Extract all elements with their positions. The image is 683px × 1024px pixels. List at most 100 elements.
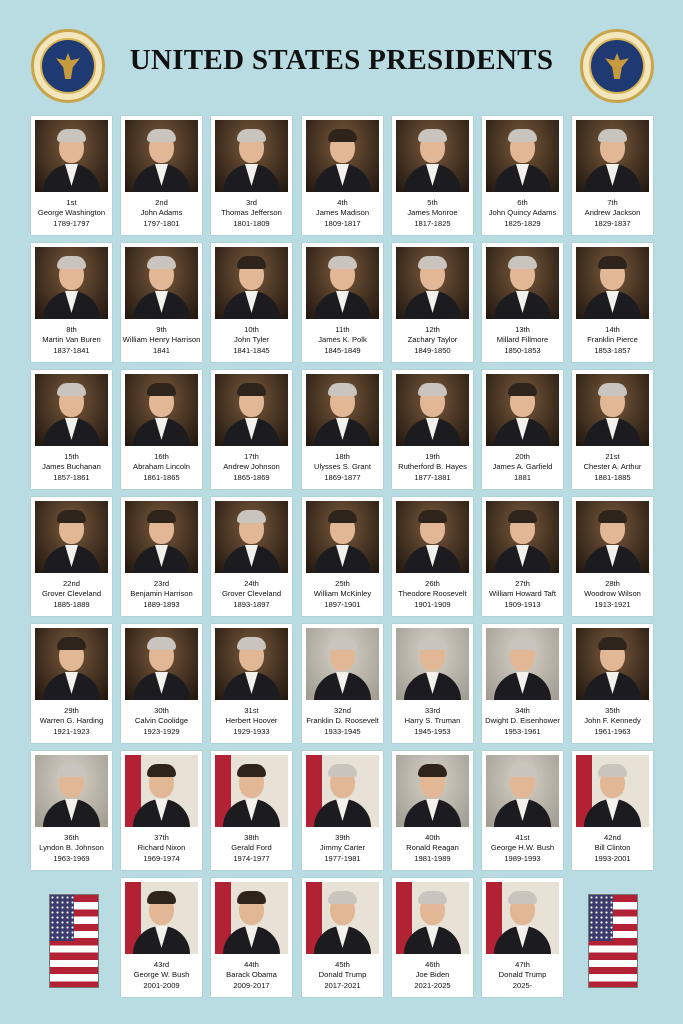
president-card: 22nd Grover Cleveland 1885-1889 — [31, 497, 112, 616]
president-term: 1993-2001 — [594, 853, 631, 863]
president-portrait — [215, 882, 288, 954]
president-term: 1961-1963 — [594, 726, 631, 736]
president-caption: 2nd John Adams 1797-1801 — [121, 198, 202, 229]
president-name: John Tyler — [234, 335, 269, 345]
president-card: 10th John Tyler 1841-1845 — [211, 243, 292, 362]
president-order: 4th — [337, 198, 348, 207]
president-name: Calvin Coolidge — [134, 716, 189, 726]
president-term: 1825-1829 — [504, 218, 541, 228]
president-card: 32nd Franklin D. Roosevelt 1933-1945 — [302, 624, 383, 743]
president-order: 22nd — [63, 579, 80, 588]
president-name: Ronald Reagan — [406, 843, 459, 853]
president-term: 1969-1974 — [143, 853, 180, 863]
president-term: 1881 — [514, 472, 531, 482]
president-order: 23rd — [153, 579, 170, 588]
president-caption: 37th Richard Nixon 1969-1974 — [121, 833, 202, 864]
president-order: 26th — [425, 579, 440, 588]
president-card: 12th Zachary Taylor 1849-1850 — [392, 243, 473, 362]
president-order: 19th — [425, 452, 440, 461]
president-portrait — [125, 501, 198, 573]
president-term: 1845-1849 — [324, 345, 361, 355]
president-portrait — [576, 628, 649, 700]
president-caption: 47th Donald Trump 2025- — [482, 960, 563, 991]
president-portrait — [486, 628, 559, 700]
president-caption: 20th James A. Garfield 1881 — [482, 452, 563, 483]
president-card: 29th Warren G. Harding 1921-1923 — [31, 624, 112, 743]
president-name: William Henry Harrison — [122, 335, 201, 345]
president-term: 1953-1961 — [504, 726, 541, 736]
president-term: 1789-1797 — [53, 218, 90, 228]
president-name: Ulysses S. Grant — [314, 462, 371, 472]
president-order: 30th — [154, 706, 169, 715]
president-name: Donald Trump — [318, 970, 367, 980]
president-portrait — [576, 374, 649, 446]
presidential-seal-right — [580, 29, 654, 103]
president-name: Dwight D. Eisenhower — [485, 716, 560, 726]
president-name: Grover Cleveland — [221, 589, 282, 599]
president-name: James Monroe — [407, 208, 458, 218]
president-name: George H.W. Bush — [490, 843, 555, 853]
presidential-seal-left — [31, 29, 105, 103]
president-portrait — [35, 628, 108, 700]
president-card: 18th Ulysses S. Grant 1869-1877 — [302, 370, 383, 489]
president-order: 13th — [515, 325, 530, 334]
president-term: 1817-1825 — [414, 218, 451, 228]
president-term: 1963-1969 — [53, 853, 90, 863]
president-card: 33rd Harry S. Truman 1945-1953 — [392, 624, 473, 743]
president-card: 3rd Thomas Jefferson 1801-1809 — [211, 116, 292, 235]
president-term: 1797-1801 — [143, 218, 180, 228]
president-card: 1st George Washington 1789-1797 — [31, 116, 112, 235]
president-name: Rutherford B. Hayes — [398, 462, 467, 472]
president-caption: 33rd Harry S. Truman 1945-1953 — [392, 706, 473, 737]
president-term: 1869-1877 — [324, 472, 361, 482]
president-card: 16th Abraham Lincoln 1861-1865 — [121, 370, 202, 489]
president-caption: 36th Lyndon B. Johnson 1963-1969 — [31, 833, 112, 864]
president-caption: 38th Gerald Ford 1974-1977 — [211, 833, 292, 864]
president-name: Andrew Johnson — [223, 462, 280, 472]
president-term: 1923-1929 — [143, 726, 180, 736]
president-term: 1857-1861 — [53, 472, 90, 482]
president-order: 39th — [335, 833, 350, 842]
president-order: 28th — [605, 579, 620, 588]
president-name: Zachary Taylor — [407, 335, 458, 345]
president-order: 24th — [244, 579, 259, 588]
president-name: Herbert Hoover — [225, 716, 278, 726]
president-order: 43rd — [153, 960, 170, 969]
president-caption: 23rd Benjamin Harrison 1889-1893 — [121, 579, 202, 610]
president-name: James A. Garfield — [492, 462, 553, 472]
president-name: James K. Polk — [318, 335, 367, 345]
president-order: 14th — [605, 325, 620, 334]
president-name: John Quincy Adams — [488, 208, 557, 218]
president-term: 1933-1945 — [324, 726, 361, 736]
president-order: 21st — [605, 452, 620, 461]
president-term: 1829-1837 — [594, 218, 631, 228]
president-portrait — [486, 755, 559, 827]
president-portrait — [306, 120, 379, 192]
president-card: 20th James A. Garfield 1881 — [482, 370, 563, 489]
president-name: William Howard Taft — [489, 589, 556, 599]
president-caption: 7th Andrew Jackson 1829-1837 — [572, 198, 653, 229]
president-caption: 35th John F. Kennedy 1961-1963 — [572, 706, 653, 737]
president-order: 1st — [66, 198, 77, 207]
president-order: 5th — [427, 198, 438, 207]
president-card: 37th Richard Nixon 1969-1974 — [121, 751, 202, 870]
president-term: 2021-2025 — [414, 980, 451, 990]
president-caption: 32nd Franklin D. Roosevelt 1933-1945 — [302, 706, 383, 737]
president-name: John F. Kennedy — [584, 716, 641, 726]
president-portrait — [215, 120, 288, 192]
president-caption: 18th Ulysses S. Grant 1869-1877 — [302, 452, 383, 483]
president-card: 13th Millard Fillmore 1850-1853 — [482, 243, 563, 362]
president-portrait — [306, 882, 379, 954]
president-order: 33rd — [424, 706, 441, 715]
president-card: 42nd Bill Clinton 1993-2001 — [572, 751, 653, 870]
president-portrait — [125, 755, 198, 827]
president-name: Thomas Jefferson — [221, 208, 282, 218]
president-name: Grover Cleveland — [41, 589, 102, 599]
president-order: 31st — [244, 706, 259, 715]
president-portrait — [306, 755, 379, 827]
president-order: 8th — [66, 325, 77, 334]
president-order: 29th — [64, 706, 79, 715]
president-portrait — [125, 120, 198, 192]
president-card: 40th Ronald Reagan 1981-1989 — [392, 751, 473, 870]
president-portrait — [125, 628, 198, 700]
